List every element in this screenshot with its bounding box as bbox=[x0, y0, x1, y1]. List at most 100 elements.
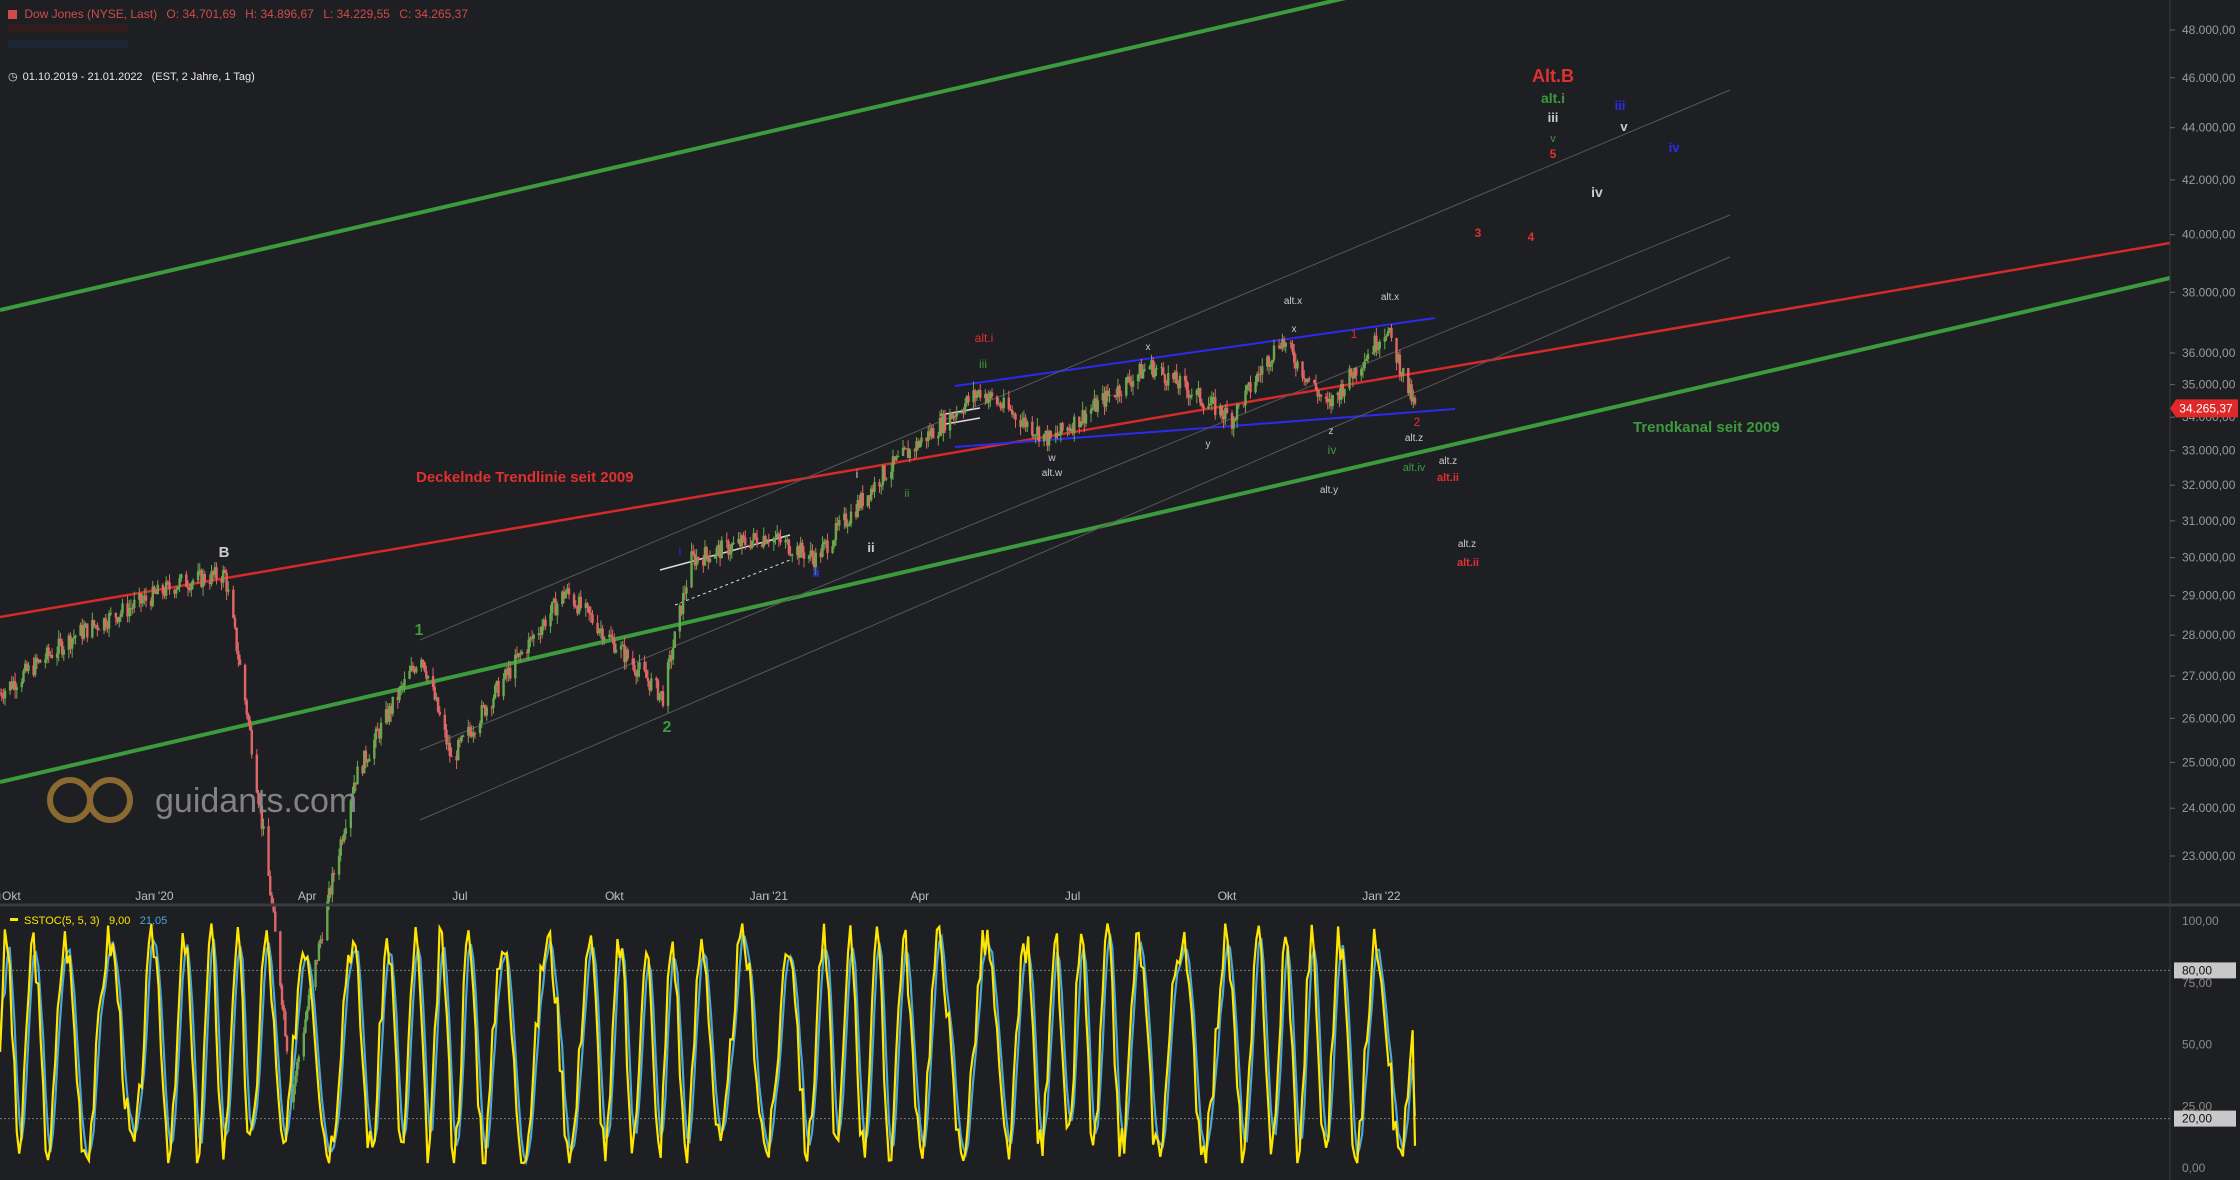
candle-body bbox=[1225, 407, 1229, 414]
candle-body bbox=[1185, 380, 1188, 391]
stock-chart[interactable]: Deckelnde Trendlinie seit 2009 Trendkanal… bbox=[0, 0, 2240, 1180]
candle-body bbox=[443, 714, 447, 730]
legend-swatch-icon bbox=[10, 918, 18, 921]
candle-body bbox=[1375, 335, 1378, 351]
candle-body bbox=[901, 447, 905, 457]
candle-body bbox=[690, 551, 693, 588]
candle-body bbox=[153, 586, 156, 592]
candle-body bbox=[262, 826, 265, 829]
candle-body bbox=[685, 587, 688, 594]
stoch-tick-label: 25,00 bbox=[2182, 1099, 2212, 1113]
candle-body bbox=[509, 667, 512, 679]
candle-body bbox=[141, 600, 144, 604]
price-tick-label: 28.000,00 bbox=[2182, 628, 2236, 642]
wave-label: alt.i bbox=[1541, 90, 1565, 106]
candle-body bbox=[834, 523, 838, 541]
candle-body bbox=[822, 541, 826, 545]
candle-body bbox=[448, 742, 452, 756]
wave-label: x bbox=[1146, 342, 1151, 353]
wave-label: ii bbox=[812, 565, 819, 580]
candle-body bbox=[1272, 345, 1276, 360]
candle-body bbox=[544, 619, 547, 627]
candle-body bbox=[1365, 359, 1368, 362]
candle-body bbox=[514, 654, 517, 679]
candle-body bbox=[572, 594, 576, 606]
price-tick-label: 42.000,00 bbox=[2182, 173, 2236, 187]
candle-body bbox=[295, 1062, 299, 1076]
candle-body bbox=[895, 456, 898, 461]
wave-label: 2 bbox=[663, 719, 672, 736]
candle-body bbox=[697, 556, 700, 561]
price-tick-label: 48.000,00 bbox=[2182, 23, 2236, 37]
candle-body bbox=[1183, 376, 1187, 381]
sstoc-title: SSTOC(5, 5, 3) bbox=[24, 915, 100, 927]
candle-body bbox=[646, 677, 650, 681]
candle-body bbox=[294, 1075, 297, 1087]
candle-body bbox=[403, 678, 406, 686]
candle-body bbox=[1343, 388, 1346, 397]
candle-body bbox=[468, 726, 472, 732]
candle-body bbox=[609, 634, 613, 637]
candle-body bbox=[243, 664, 247, 701]
candle-body bbox=[767, 541, 770, 543]
hidden-study-row-1 bbox=[8, 24, 128, 32]
candle-body bbox=[119, 613, 123, 617]
candle-body bbox=[92, 620, 96, 626]
candle-body bbox=[109, 612, 112, 614]
candle-body bbox=[1200, 402, 1204, 406]
candle-body bbox=[681, 592, 685, 615]
candle-body bbox=[431, 676, 435, 687]
instrument-icon bbox=[8, 10, 17, 19]
candle-body bbox=[880, 485, 883, 487]
candle-body bbox=[1007, 397, 1010, 410]
candle-body bbox=[826, 540, 829, 553]
wave-label: iii bbox=[979, 357, 987, 371]
candle-body bbox=[802, 552, 806, 559]
candle-body bbox=[1256, 373, 1259, 382]
wave-label: w bbox=[1047, 453, 1056, 464]
wave-label: i bbox=[856, 467, 859, 481]
candle-body bbox=[114, 612, 118, 618]
candle-body bbox=[285, 1036, 289, 1052]
candle-body bbox=[1084, 413, 1088, 424]
last-price-label: 34.265,37 bbox=[2179, 401, 2233, 415]
candle-body bbox=[777, 533, 781, 538]
ohlc-low: L: 34.229,55 bbox=[323, 7, 390, 21]
candle-body bbox=[614, 649, 618, 653]
candle-body bbox=[1155, 367, 1158, 370]
candle-body bbox=[302, 1032, 306, 1057]
candle-body bbox=[1037, 426, 1041, 442]
price-tick-label: 46.000,00 bbox=[2182, 71, 2236, 85]
trendline-green-label: Trendkanal seit 2009 bbox=[1633, 419, 1780, 436]
candle-body bbox=[480, 705, 483, 724]
candle-body bbox=[661, 691, 665, 706]
candle-body bbox=[133, 599, 136, 608]
candle-body bbox=[1292, 351, 1296, 363]
candle-body bbox=[282, 1004, 285, 1012]
candle-body bbox=[848, 523, 851, 526]
candle-body bbox=[55, 653, 59, 658]
candle-body bbox=[713, 556, 717, 559]
candle-body bbox=[666, 662, 670, 706]
wave-label: 5 bbox=[1550, 147, 1557, 161]
candle-body bbox=[161, 584, 165, 594]
candle-body bbox=[873, 482, 876, 492]
candle-body bbox=[725, 540, 729, 542]
candle-body bbox=[247, 714, 250, 721]
candle-body bbox=[317, 943, 321, 961]
sstoc-legend: SSTOC(5, 5, 3) 9,00 21,05 bbox=[10, 913, 167, 927]
candle-body bbox=[520, 651, 524, 655]
candle-body bbox=[1031, 421, 1034, 436]
candle-body bbox=[473, 733, 477, 735]
candle-body bbox=[1163, 374, 1167, 384]
price-tick-label: 33.000,00 bbox=[2182, 444, 2236, 458]
candle-body bbox=[462, 735, 465, 737]
wave-label: alt.z bbox=[1439, 456, 1457, 467]
ohlc-high: H: 34.896,67 bbox=[245, 7, 314, 21]
candle-body bbox=[638, 662, 641, 670]
candle-body bbox=[238, 659, 242, 665]
candle-body bbox=[532, 635, 535, 639]
candle-body bbox=[72, 637, 76, 639]
candle-body bbox=[967, 396, 970, 403]
price-tick-label: 40.000,00 bbox=[2182, 228, 2236, 242]
